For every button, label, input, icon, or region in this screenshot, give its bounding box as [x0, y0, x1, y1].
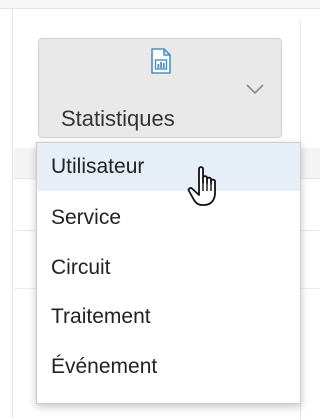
menu-item-circuit[interactable]: Circuit	[37, 243, 300, 293]
chevron-down-icon	[246, 84, 264, 95]
statistics-dropdown-button[interactable]: Statistiques	[38, 38, 282, 138]
page-left-divider	[12, 9, 13, 418]
menu-item-service[interactable]: Service	[37, 193, 300, 243]
page-top-divider	[0, 0, 320, 9]
hand-pointer-icon	[187, 166, 216, 206]
report-chart-icon	[151, 48, 171, 74]
next-ribbon-group	[300, 20, 320, 420]
menu-item-traitement[interactable]: Traitement	[37, 292, 300, 342]
statistics-dropdown-menu: Utilisateur Service Circuit Traitement É…	[36, 142, 301, 404]
menu-item-utilisateur[interactable]: Utilisateur	[37, 143, 300, 191]
menu-item-evenement[interactable]: Événement	[37, 342, 300, 392]
statistics-button-label: Statistiques	[61, 106, 175, 131]
